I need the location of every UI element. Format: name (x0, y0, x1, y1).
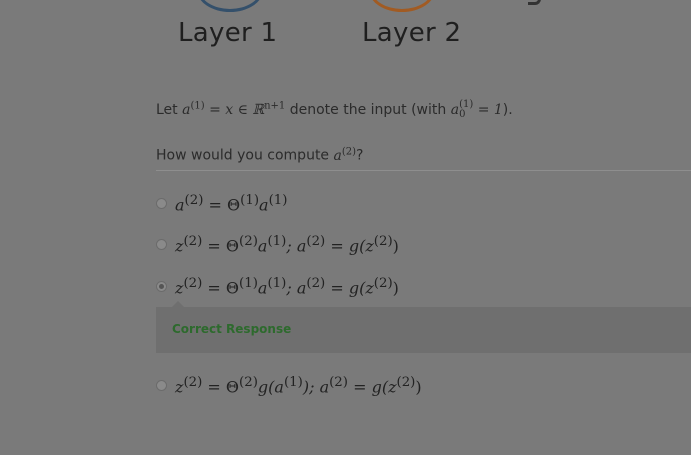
opt2-p1: (2) (183, 234, 203, 249)
answer-option-2[interactable]: z(2) = Θ(2)a(1); a(2) = g(z(2)) (156, 234, 399, 255)
opt2-p7: (2) (306, 234, 326, 249)
question-prefix: How would you compute (156, 147, 334, 164)
opt3-p2: = Θ (202, 278, 240, 298)
radio-button-4[interactable] (156, 380, 167, 392)
opt4-p7: (2) (329, 375, 348, 390)
layer2-node-circle (369, 0, 435, 12)
opt2-p2: = Θ (202, 236, 240, 256)
layer2-label: Layer 2 (362, 18, 462, 48)
answer-option-3-text: z(2) = Θ(1)a(1); a(2) = g(z(2)) (175, 276, 399, 297)
question-math-a: a (333, 147, 342, 164)
opt2-p9: (2) (373, 234, 393, 249)
answer-option-4[interactable]: z(2) = Θ(2)g(a(1)); a(2) = g(z(2)) (156, 375, 422, 396)
intro-formula2-a: a (450, 102, 460, 118)
opt1-p2: = Θ (203, 195, 241, 215)
arrow-fragment (528, 0, 541, 5)
feedback-notch (172, 301, 184, 307)
opt4-p4: g(a (257, 377, 284, 397)
question-math-sup: (2) (341, 146, 357, 157)
opt1-p4: a (259, 195, 269, 215)
intro-formula2: a (1) 0 = 1 (450, 100, 503, 120)
answer-option-3[interactable]: z(2) = Θ(1)a(1); a(2) = g(z(2)) (156, 276, 399, 297)
intro-formula2-sub: 0 (459, 109, 466, 120)
opt1-p1: (2) (184, 193, 204, 208)
layer1-node-circle (197, 0, 263, 12)
opt4-p5: (1) (283, 375, 303, 390)
opt4-p10: ) (415, 377, 422, 397)
opt2-p10: ) (392, 236, 399, 256)
opt4-p2: = Θ (202, 377, 240, 397)
intro-formula-mid: = x ∈ ℝ (204, 102, 265, 118)
opt2-p5: (1) (267, 234, 287, 249)
radio-button-3-selected[interactable] (156, 281, 167, 293)
answer-option-1-text: a(2) = Θ(1)a(1) (175, 193, 287, 214)
answer-option-2-text: z(2) = Θ(2)a(1); a(2) = g(z(2)) (175, 234, 399, 255)
opt3-p7: (2) (306, 276, 326, 291)
opt1-p0: a (175, 195, 185, 215)
opt4-p3: (2) (239, 375, 258, 390)
opt3-p6: ; a (286, 278, 307, 298)
intro-suffix: ). (502, 102, 513, 118)
opt1-p5: (1) (268, 193, 288, 208)
opt2-p8: = g(z (325, 236, 374, 256)
opt4-p8: = g(z (348, 377, 397, 397)
opt2-p3: (2) (239, 234, 258, 249)
opt3-p9: (2) (373, 276, 393, 291)
feedback-box: Correct Response (156, 301, 691, 353)
intro-formula-mid-sup: n+1 (264, 100, 286, 112)
opt4-p6: ); a (302, 377, 330, 397)
answer-option-4-text: z(2) = Θ(2)g(a(1)); a(2) = g(z(2)) (175, 375, 422, 396)
opt4-p9: (2) (396, 375, 416, 390)
radio-button-1[interactable] (156, 198, 167, 210)
layer1-label: Layer 1 (178, 18, 278, 48)
opt3-p1: (2) (183, 276, 203, 291)
opt3-p3: (1) (239, 276, 258, 291)
intro-formula-a-sup: (1) (190, 100, 205, 112)
intro-formula2-end: = 1 (473, 102, 503, 118)
intro-text: Let a(1) = x ∈ ℝn+1 denote the input (wi… (156, 100, 513, 120)
intro-formula: a(1) = x ∈ ℝn+1 (182, 100, 286, 118)
opt1-p3: (1) (240, 193, 260, 208)
opt2-p6: ; a (286, 236, 307, 256)
question-text: How would you compute a(2)? (156, 146, 691, 171)
correct-response-label: Correct Response (172, 322, 292, 336)
opt3-p8: = g(z (325, 278, 374, 298)
opt3-p10: ) (392, 278, 399, 298)
opt4-p1: (2) (183, 375, 203, 390)
intro-prefix: Let (156, 102, 183, 118)
question-suffix: ? (356, 147, 364, 164)
radio-button-2[interactable] (156, 239, 167, 251)
question-math: a(2) (333, 146, 357, 164)
opt3-p5: (1) (267, 276, 287, 291)
answer-option-1[interactable]: a(2) = Θ(1)a(1) (156, 193, 287, 214)
intro-middle: denote the input (with (285, 102, 451, 118)
